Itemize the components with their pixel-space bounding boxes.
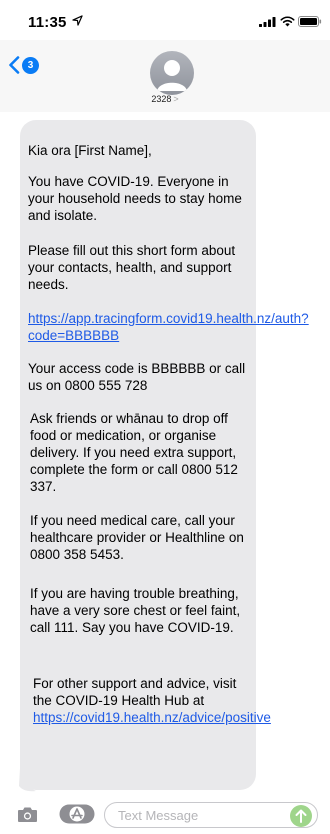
send-button[interactable] xyxy=(290,805,312,827)
health-hub-link[interactable]: https://covid19.health.nz/advice/positiv… xyxy=(33,710,271,725)
message-input-bar: Text Message xyxy=(0,800,330,834)
camera-icon[interactable] xyxy=(17,806,38,823)
unread-count-badge: 3 xyxy=(22,56,39,74)
contact-name-label: 2328 xyxy=(151,94,172,104)
app-store-icon[interactable] xyxy=(59,804,95,824)
chevron-left-icon xyxy=(9,56,20,74)
message-form-request: Please fill out this short form about yo… xyxy=(28,243,236,292)
message-placeholder: Text Message xyxy=(118,808,199,823)
back-button[interactable]: 3 xyxy=(8,56,39,74)
message-breathing: If you are having trouble breathing, hav… xyxy=(30,586,241,635)
status-time: 11:35 xyxy=(28,14,67,31)
message-medical: If you need medical care, call your heal… xyxy=(30,513,244,562)
chevron-right-icon: > xyxy=(173,94,179,104)
message-access-code: Your access code is BBBBBB or call us on… xyxy=(28,361,246,393)
message-isolate: You have COVID-19. Everyone in your hous… xyxy=(28,174,242,223)
message-support-text: For other support and advice, visit the … xyxy=(33,676,237,708)
arrow-up-icon xyxy=(295,809,307,823)
form-link[interactable]: https://app.tracingform.covid19.health.n… xyxy=(28,311,309,343)
status-bar: 11:35 xyxy=(0,0,330,40)
person-icon xyxy=(157,60,187,91)
conversation-header: 3 2328 > xyxy=(0,40,330,112)
message-bubble[interactable]: Kia ora [First Name], You have COVID-19.… xyxy=(20,120,309,790)
message-whanau: Ask friends or whānau to drop off food o… xyxy=(30,411,238,494)
message-form-link-paragraph: https://app.tracingform.covid19.health.n… xyxy=(28,310,309,344)
location-arrow-icon xyxy=(72,15,83,26)
contact-avatar[interactable] xyxy=(150,51,194,95)
message-support: For other support and advice, visit the … xyxy=(33,675,271,726)
message-text-field[interactable]: Text Message xyxy=(104,802,318,828)
battery-icon xyxy=(298,16,322,27)
cellular-signal-icon xyxy=(259,17,276,27)
message-greeting: Kia ora [First Name], xyxy=(28,143,152,158)
contact-name[interactable]: 2328 > xyxy=(0,94,330,104)
wifi-icon xyxy=(280,16,295,27)
